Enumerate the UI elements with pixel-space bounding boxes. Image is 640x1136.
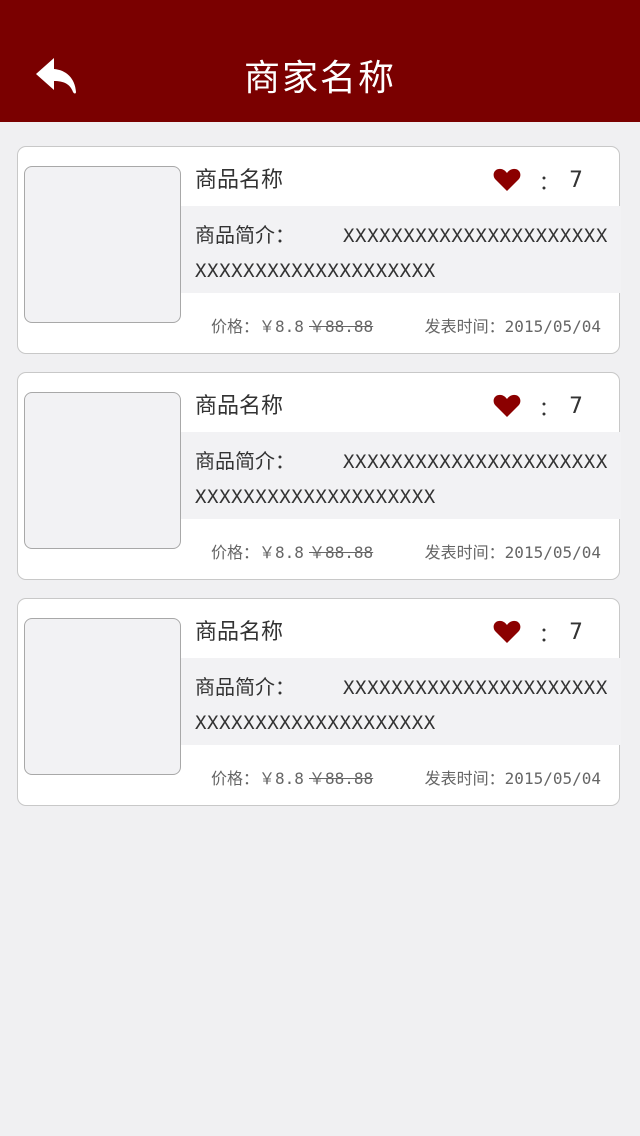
product-name: 商品名称: [195, 394, 284, 419]
original-price: ￥88.88: [309, 769, 374, 788]
time-label: 发表时间：: [424, 769, 505, 788]
heart-icon: [493, 620, 521, 643]
product-image: [24, 166, 181, 323]
like-button[interactable]: ： 7: [493, 389, 583, 423]
price-info: 价格：￥8.8 ￥88.88: [211, 315, 373, 339]
product-name: 商品名称: [195, 168, 284, 193]
like-colon: ：: [539, 395, 559, 420]
publish-time: 2015/05/04: [504, 769, 601, 788]
publish-time: 2015/05/04: [504, 317, 601, 336]
product-intro: 商品简介： XXXXXXXXXXXXXXXXXXXXXXXXXXXXXXXXXXX…: [181, 658, 621, 745]
price-info: 价格：￥8.8 ￥88.88: [211, 767, 373, 791]
like-button[interactable]: ： 7: [493, 615, 583, 649]
original-price: ￥88.88: [309, 543, 374, 562]
page-title: 商家名称: [243, 58, 396, 99]
publish-info: 发表时间：2015/05/04: [425, 541, 601, 565]
intro-label: 商品简介：: [195, 449, 295, 473]
price-info: 价格：￥8.8 ￥88.88: [211, 541, 373, 565]
like-colon: ：: [539, 169, 559, 194]
product-card[interactable]: 商品名称 ： 7 商品简介： XXXXXXXXXXXXXXXXXXXXXXXXXX…: [17, 598, 621, 806]
like-colon: ：: [539, 621, 559, 646]
time-label: 发表时间：: [424, 317, 505, 336]
publish-info: 发表时间：2015/05/04: [425, 767, 601, 791]
heart-icon: [493, 394, 521, 417]
product-name: 商品名称: [195, 620, 284, 645]
time-label: 发表时间：: [424, 543, 505, 562]
product-intro: 商品简介： XXXXXXXXXXXXXXXXXXXXXXXXXXXXXXXXXXX…: [181, 206, 621, 293]
product-meta: 价格：￥8.8 ￥88.88 发表时间：2015/05/04: [211, 541, 601, 565]
product-card[interactable]: 商品名称 ： 7 商品简介： XXXXXXXXXXXXXXXXXXXXXXXXXX…: [17, 372, 621, 580]
product-meta: 价格：￥8.8 ￥88.88 发表时间：2015/05/04: [211, 315, 601, 339]
price-label: 价格：: [211, 543, 260, 562]
product-card[interactable]: 商品名称 ： 7 商品简介： XXXXXXXXXXXXXXXXXXXXXXXXXX…: [17, 146, 621, 354]
price-value: ￥8.8: [259, 769, 304, 788]
intro-label: 商品简介：: [195, 223, 295, 247]
price-label: 价格：: [211, 769, 260, 788]
heart-icon: [493, 168, 521, 191]
original-price: ￥88.88: [309, 317, 374, 336]
price-value: ￥8.8: [259, 543, 304, 562]
like-button[interactable]: ： 7: [493, 163, 583, 197]
like-count: 7: [569, 167, 583, 193]
publish-info: 发表时间：2015/05/04: [425, 315, 601, 339]
publish-time: 2015/05/04: [504, 543, 601, 562]
product-list: 商品名称 ： 7 商品简介： XXXXXXXXXXXXXXXXXXXXXXXXXX…: [17, 146, 622, 824]
price-label: 价格：: [211, 317, 260, 336]
product-meta: 价格：￥8.8 ￥88.88 发表时间：2015/05/04: [211, 767, 601, 791]
nav-bar: 商家名称: [0, 0, 640, 122]
like-count: 7: [569, 619, 583, 645]
product-intro: 商品简介： XXXXXXXXXXXXXXXXXXXXXXXXXXXXXXXXXXX…: [181, 432, 621, 519]
like-count: 7: [569, 393, 583, 419]
product-image: [24, 392, 181, 549]
product-image: [24, 618, 181, 775]
price-value: ￥8.8: [259, 317, 304, 336]
intro-label: 商品简介：: [195, 675, 295, 699]
